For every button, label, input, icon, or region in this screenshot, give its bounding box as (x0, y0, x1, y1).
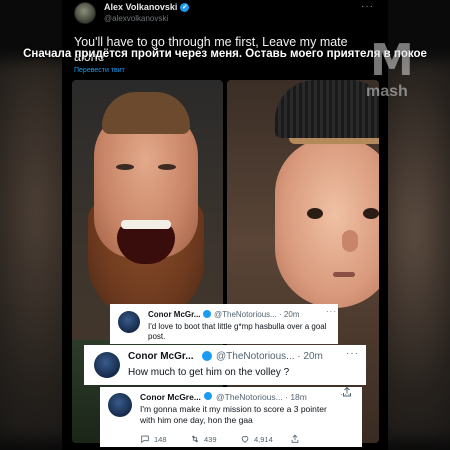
mash-logo-icon: M (370, 35, 414, 86)
reply-avatar[interactable] (94, 352, 120, 378)
mouth-shape (333, 272, 355, 277)
retweet-count: 439 (204, 434, 217, 444)
like-count: 4,914 (254, 434, 273, 444)
reply-text: How much to get him on the volley ? (128, 367, 290, 378)
verified-badge-icon (204, 392, 212, 400)
reply-handle-time: @TheNotorious... · 18m (216, 392, 307, 402)
eye-shape (116, 164, 134, 170)
author-handle[interactable]: @alexvolkanovski (104, 14, 168, 23)
verified-badge-icon (203, 310, 211, 318)
verified-badge-icon (202, 351, 212, 361)
like-button[interactable]: 4,914 (240, 434, 273, 444)
retweet-button[interactable]: 439 (190, 434, 217, 444)
reply-card[interactable]: Conor McGr... @TheNotorious... · 20m How… (84, 345, 366, 385)
reply-text: I'd love to boot that little g*mp hasbul… (148, 322, 327, 342)
reply-handle-time: @TheNotorious... · 20m (214, 310, 300, 319)
nose-shape (342, 230, 358, 252)
hair-shape (102, 92, 190, 134)
reply-text: I'm gonna make it my mission to score a … (140, 404, 327, 426)
share-icon (291, 434, 299, 443)
reply-time: · 20m (279, 310, 300, 319)
reply-handle[interactable]: @TheNotorious... (214, 310, 277, 319)
author-avatar[interactable] (74, 2, 96, 24)
reply-handle[interactable]: @TheNotorious... (216, 351, 295, 362)
reply-button[interactable]: 148 (140, 434, 167, 444)
mash-watermark: M mash (360, 35, 432, 107)
reply-time: · 20m (297, 351, 323, 362)
reply-icon (141, 435, 149, 444)
reply-handle-time: @TheNotorious... · 20m (216, 351, 323, 362)
mash-wordmark: mash (366, 83, 408, 100)
translate-tweet-link[interactable]: Перевести твит (74, 67, 125, 74)
retweet-icon (191, 435, 199, 443)
verified-badge-icon: ✓ (180, 2, 190, 12)
more-options-icon[interactable]: ··· (361, 1, 374, 12)
author-name-row[interactable]: Alex Volkanovski ✓ (104, 2, 190, 12)
reply-count: 148 (154, 434, 167, 444)
heart-icon (241, 436, 249, 443)
reply-time: · 18m (285, 392, 307, 402)
reply-card[interactable]: Conor McGr... @TheNotorious... · 20m I'd… (110, 304, 338, 344)
reply-handle[interactable]: @TheNotorious... (216, 392, 283, 402)
share-button[interactable] (290, 434, 300, 444)
eye-shape (158, 164, 176, 170)
reply-author-name[interactable]: Conor McGr... (148, 310, 200, 319)
reply-actions: 148 439 4,914 (140, 434, 360, 446)
reply-avatar[interactable] (118, 311, 140, 333)
eye-shape (307, 208, 323, 219)
author-name[interactable]: Alex Volkanovski (104, 2, 177, 12)
more-options-icon[interactable]: ··· (346, 348, 359, 359)
reply-author-name[interactable]: Conor McGre... (140, 392, 201, 402)
teeth-shape (121, 220, 171, 229)
face-shape (275, 138, 379, 308)
reply-author-name[interactable]: Conor McGr... (128, 351, 194, 362)
eye-shape (363, 208, 379, 219)
more-options-icon[interactable]: ··· (326, 307, 337, 316)
reply-avatar[interactable] (108, 393, 132, 417)
share-icon[interactable] (341, 386, 353, 398)
tweet-header: Alex Volkanovski ✓ @alexvolkanovski ··· (62, 0, 388, 28)
reply-card[interactable]: Conor McGre... @TheNotorious... · 18m I'… (100, 387, 362, 447)
